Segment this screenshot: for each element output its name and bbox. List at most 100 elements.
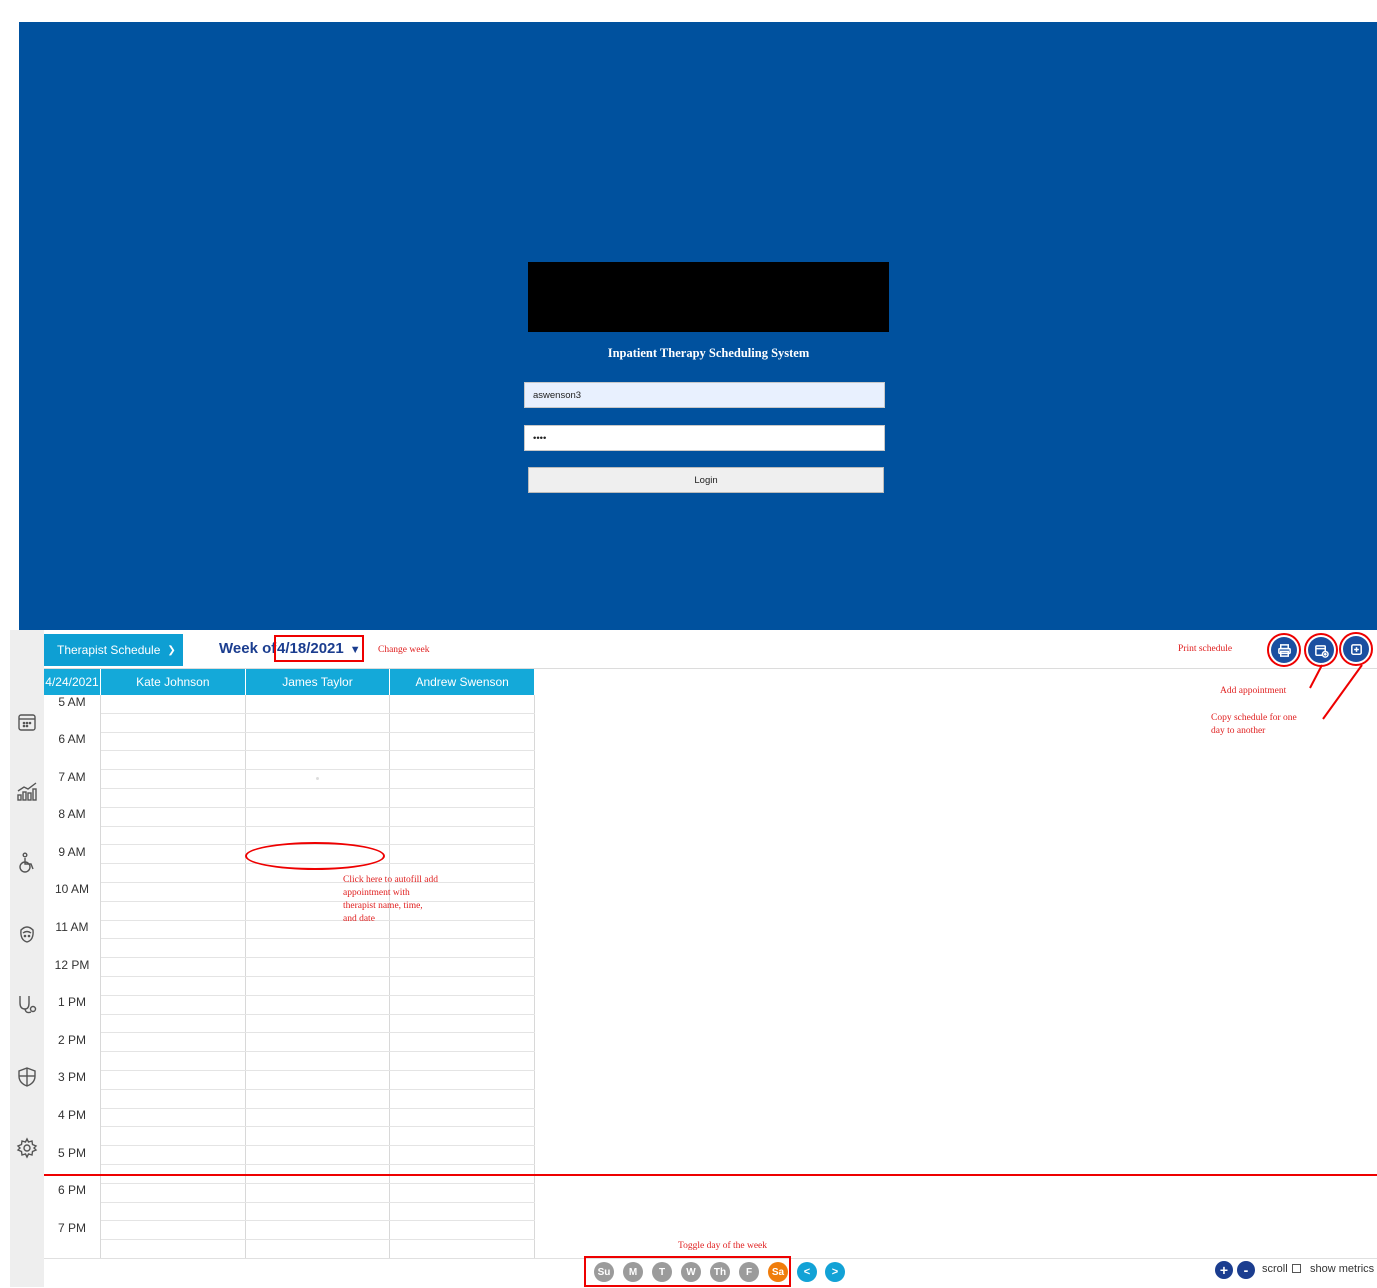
zoom-out-button[interactable]: - [1237,1261,1255,1279]
schedule-slot[interactable] [100,938,246,959]
schedule-slot[interactable] [100,1202,246,1222]
view-selector[interactable]: Therapist Schedule ❯ [44,634,183,666]
annotation-box-week [274,635,364,662]
schedule-slot[interactable] [100,732,246,752]
schedule-slot[interactable] [100,844,246,865]
annotation-change-week: Change week [378,645,430,655]
schedule-slot[interactable] [389,695,535,714]
schedule-slot[interactable] [100,1051,246,1071]
schedule-slot[interactable] [245,1220,391,1241]
schedule-slot[interactable] [100,713,246,733]
password-input[interactable] [524,425,885,451]
schedule-slot[interactable] [389,957,535,977]
schedule-slot[interactable] [100,826,246,846]
chart-icon[interactable] [10,778,44,804]
wheelchair-icon[interactable] [10,850,44,876]
schedule-slot[interactable] [389,1202,535,1222]
schedule-slot[interactable] [245,976,391,996]
schedule-slot[interactable] [389,1126,535,1147]
schedule-slot[interactable] [389,1183,535,1203]
schedule-slot[interactable] [389,1051,535,1071]
schedule-slot[interactable] [389,826,535,846]
show-metrics-label[interactable]: show metrics [1310,1263,1374,1275]
schedule-slot[interactable] [389,807,535,827]
schedule-slot[interactable] [245,1051,391,1071]
schedule-slot[interactable] [245,788,391,808]
annotation-toggle-day: Toggle day of the week [678,1241,768,1251]
schedule-slot[interactable] [100,1239,246,1259]
schedule-slot[interactable] [389,769,535,789]
schedule-slot[interactable] [389,1014,535,1034]
schedule-slot[interactable] [100,901,246,921]
schedule-slot[interactable] [100,957,246,977]
schedule-slot[interactable] [100,788,246,808]
week-label: Week of [219,640,277,657]
schedule-slot[interactable] [389,844,535,865]
schedule-slot[interactable] [100,1108,246,1128]
schedule-slot[interactable] [100,1032,246,1053]
time-label: 6 AM [44,732,101,770]
schedule-slot[interactable] [245,1126,391,1147]
schedule-slot[interactable] [245,1014,391,1034]
schedule-slot[interactable] [389,1032,535,1053]
schedule-slot[interactable] [245,695,391,714]
schedule-slot[interactable] [245,938,391,959]
schedule-slot[interactable] [100,863,246,883]
schedule-slot[interactable] [245,732,391,752]
schedule-slot[interactable] [389,788,535,808]
schedule-slot[interactable] [100,1070,246,1090]
schedule-slot[interactable] [389,1108,535,1128]
schedule-slot[interactable] [389,750,535,771]
shield-icon[interactable] [10,1064,44,1090]
logo-redacted [528,262,889,332]
stethoscope-icon[interactable] [10,992,44,1018]
schedule-slot[interactable] [389,1145,535,1165]
schedule-slot[interactable] [389,1239,535,1259]
schedule-slot[interactable] [389,976,535,996]
schedule-slot[interactable] [100,1145,246,1165]
schedule-slot[interactable] [245,1202,391,1222]
schedule-slot[interactable] [100,1014,246,1034]
schedule-slot[interactable] [100,882,246,902]
schedule-slot[interactable] [245,1108,391,1128]
schedule-slot[interactable] [100,1089,246,1109]
schedule-slot[interactable] [100,695,246,714]
schedule-slot[interactable] [245,807,391,827]
schedule-slot[interactable] [100,1126,246,1147]
calendar-icon[interactable] [10,709,44,735]
gear-icon[interactable] [10,1135,44,1161]
schedule-slot[interactable] [389,1089,535,1109]
schedule-slot[interactable] [245,1032,391,1053]
zoom-in-button[interactable]: + [1215,1261,1233,1279]
schedule-slot[interactable] [245,995,391,1015]
schedule-slot[interactable] [100,995,246,1015]
schedule-slot[interactable] [389,938,535,959]
schedule-slot[interactable] [389,732,535,752]
schedule-slot[interactable] [245,1070,391,1090]
schedule-slot[interactable] [100,976,246,996]
schedule-slot[interactable] [100,1220,246,1241]
schedule-slot[interactable] [245,1239,391,1259]
scroll-checkbox[interactable] [1292,1264,1301,1273]
schedule-slot[interactable] [100,750,246,771]
schedule-slot[interactable] [245,713,391,733]
current-time-line [44,1174,1377,1176]
schedule-slot[interactable] [389,1070,535,1090]
schedule-slot[interactable] [100,769,246,789]
schedule-slot[interactable] [245,750,391,771]
schedule-slot[interactable] [100,807,246,827]
schedule-slot[interactable] [245,957,391,977]
next-day-button[interactable]: > [825,1262,845,1282]
schedule-slot[interactable] [245,1183,391,1203]
schedule-slot[interactable] [100,920,246,940]
login-button[interactable]: Login [528,467,884,493]
schedule-slot[interactable] [389,1220,535,1241]
schedule-slot[interactable] [100,1183,246,1203]
schedule-slot[interactable] [389,995,535,1015]
schedule-slot[interactable] [245,1145,391,1165]
schedule-slot[interactable] [245,1089,391,1109]
username-input[interactable] [524,382,885,408]
schedule-slot[interactable] [389,713,535,733]
prev-day-button[interactable]: < [797,1262,817,1282]
face-icon[interactable] [10,921,44,947]
